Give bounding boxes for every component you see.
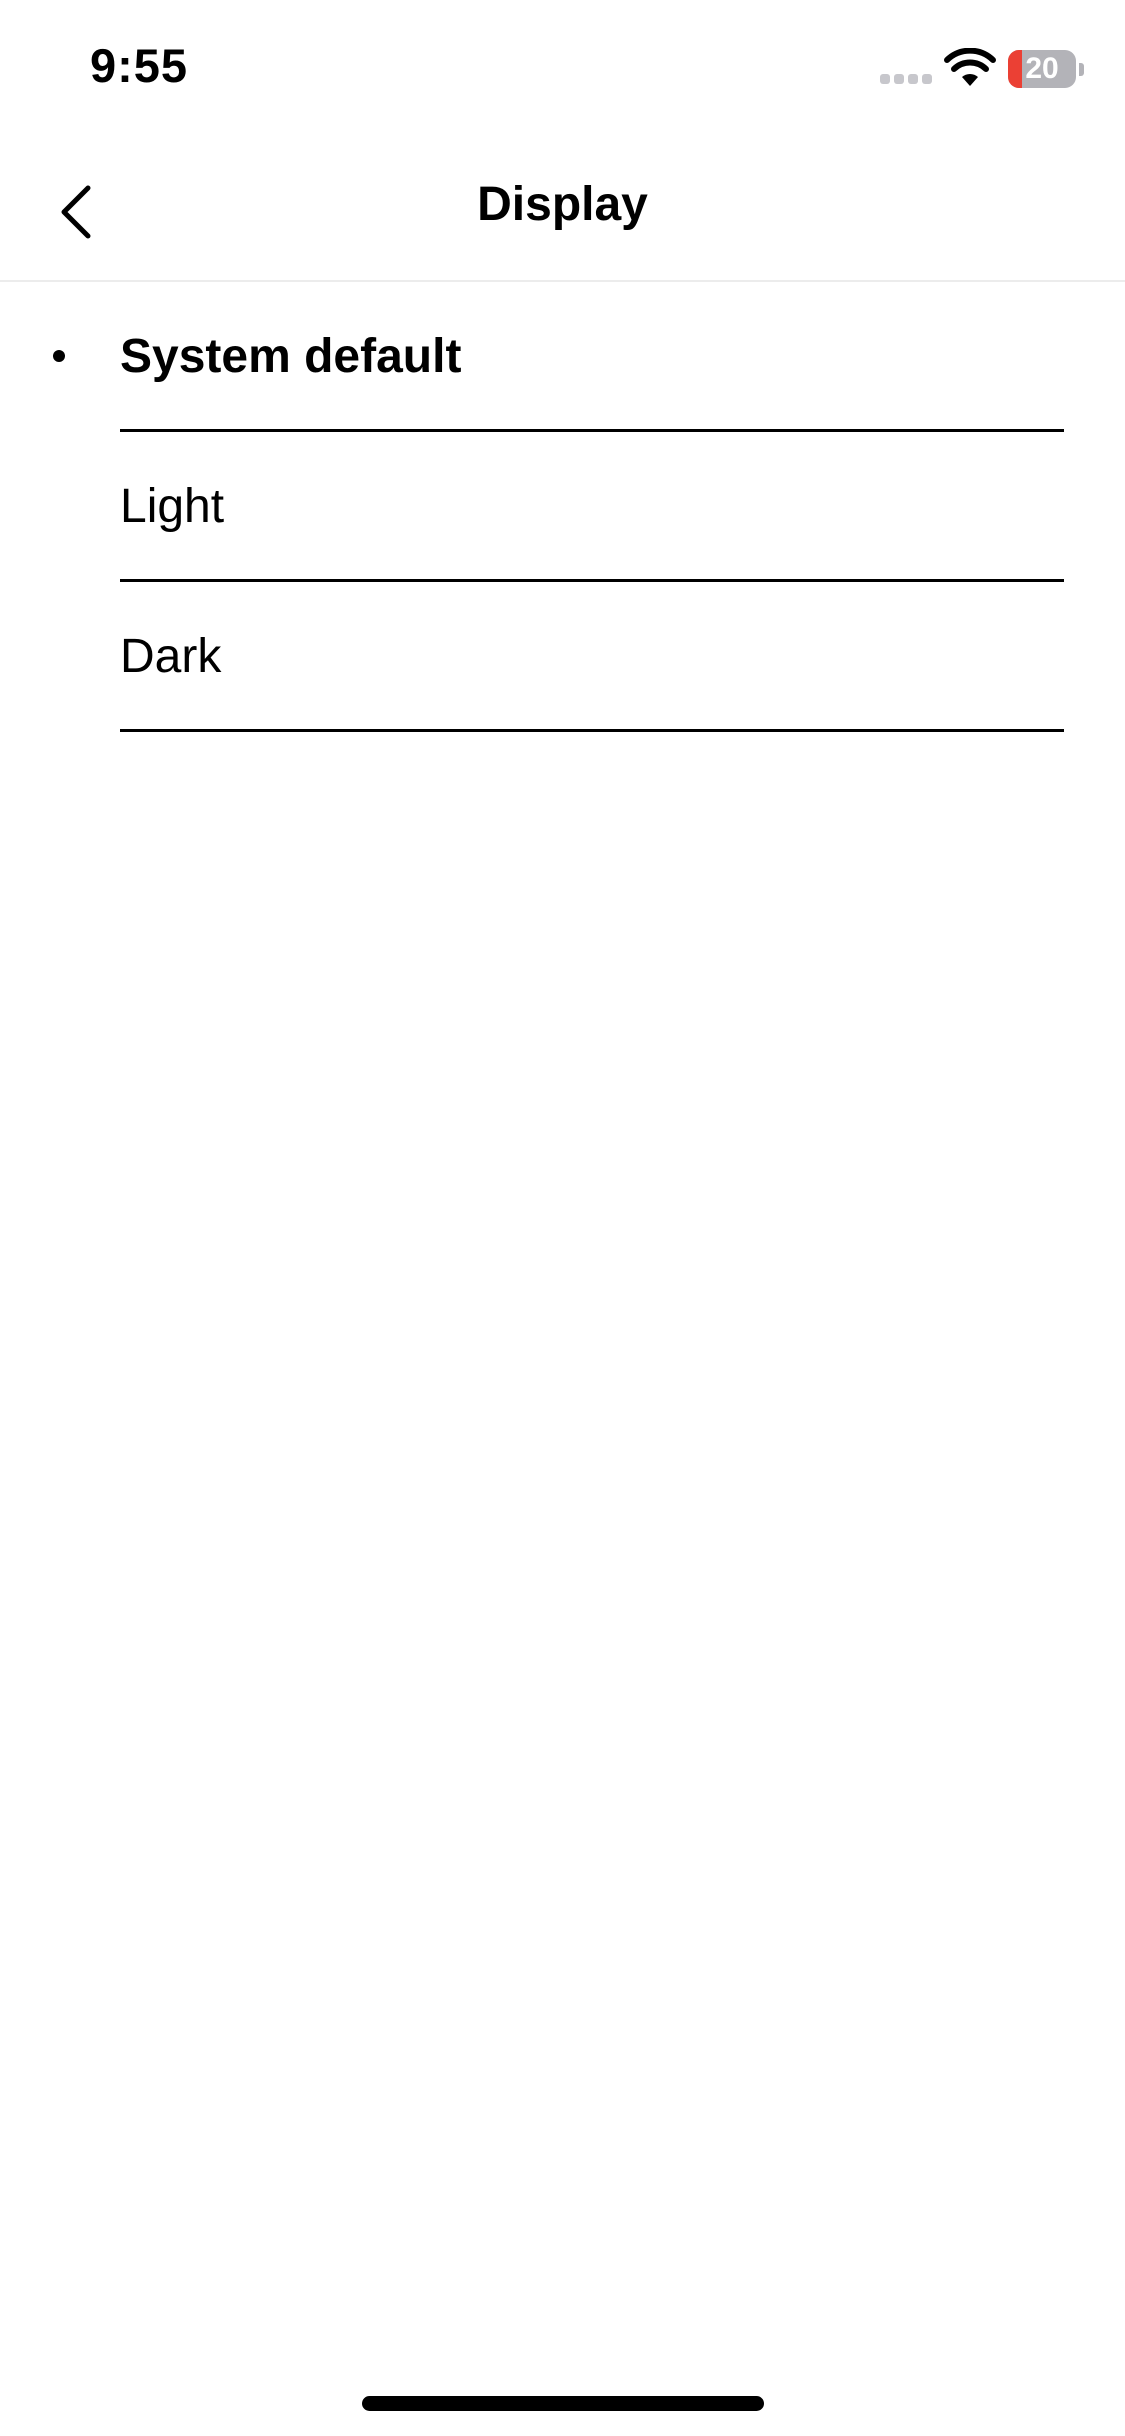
battery-body: 20: [1008, 50, 1076, 88]
option-label: Light: [120, 480, 225, 533]
option-label: Dark: [120, 630, 222, 683]
page-title: Display: [477, 178, 648, 231]
battery-level-label: 20: [1025, 52, 1059, 85]
status-bar: 9:55 20: [0, 0, 1125, 140]
option-label: System default: [120, 330, 462, 383]
home-indicator[interactable]: [362, 2396, 764, 2411]
option-system-default[interactable]: System default: [0, 282, 1125, 432]
display-options-list: System default Light Dark: [0, 282, 1125, 732]
selected-bullet-icon: [53, 350, 65, 362]
cellular-signal-icon: [880, 74, 934, 86]
back-button[interactable]: [40, 170, 120, 250]
option-light[interactable]: Light: [0, 432, 1125, 582]
navigation-bar: Display: [0, 140, 1125, 282]
status-time: 9:55: [90, 39, 189, 92]
battery-icon: 20: [1008, 50, 1086, 90]
wifi-icon: [944, 47, 996, 88]
battery-cap: [1079, 63, 1084, 76]
chevron-left-icon: [61, 185, 91, 239]
option-dark[interactable]: Dark: [0, 582, 1125, 732]
